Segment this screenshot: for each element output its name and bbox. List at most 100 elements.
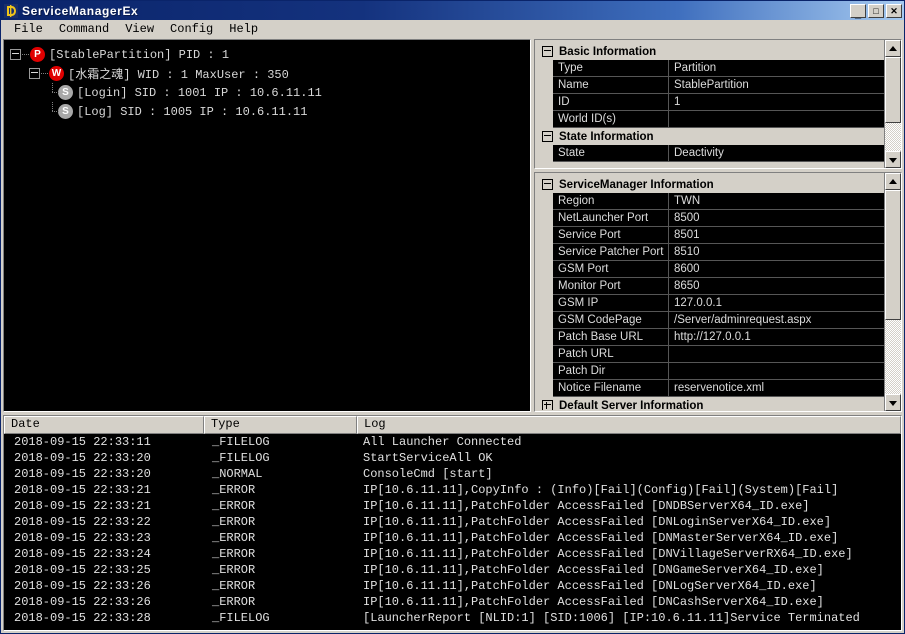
close-button[interactable]: ✕ <box>886 3 902 18</box>
property-value[interactable] <box>669 363 884 379</box>
column-header-type[interactable]: Type <box>204 416 357 434</box>
property-row-service-port[interactable]: Service Port 8501 <box>553 227 884 244</box>
menu-item-help[interactable]: Help <box>221 21 266 38</box>
basic-information-grid[interactable]: Basic Information Type Partition Name St… <box>534 39 902 169</box>
scrollbar-track[interactable] <box>885 190 901 394</box>
property-row-gsm-codepage[interactable]: GSM CodePage /Server/adminrequest.aspx <box>553 312 884 329</box>
basic-grid-scrollbar[interactable] <box>884 40 901 168</box>
property-value[interactable]: 8650 <box>669 278 884 294</box>
property-row-notice-filename[interactable]: Notice Filename reservenotice.xml <box>553 380 884 397</box>
scroll-down-icon[interactable] <box>885 394 901 411</box>
property-value[interactable]: 1 <box>669 94 884 110</box>
category-servicemanager-information[interactable]: ServiceManager Information <box>539 176 884 193</box>
log-date: 2018-09-15 22:33:23 <box>14 531 151 545</box>
property-row-monitor-port[interactable]: Monitor Port 8650 <box>553 278 884 295</box>
menu-item-file[interactable]: File <box>6 21 51 38</box>
column-header-date[interactable]: Date <box>4 416 204 434</box>
table-row[interactable]: 2018-09-15 22:33:26 _ERROR IP[10.6.11.11… <box>4 578 901 594</box>
scroll-up-icon[interactable] <box>885 173 901 190</box>
log-message: IP[10.6.11.11],PatchFolder AccessFailed … <box>363 563 824 577</box>
expander-minus-icon[interactable] <box>10 49 21 60</box>
tree-node-world[interactable]: W [水霜之魂] WID : 1 MaxUser : 350 <box>10 64 530 83</box>
tree-node-partition[interactable]: P [StablePartition] PID : 1 <box>10 45 530 64</box>
property-value[interactable]: Partition <box>669 60 884 76</box>
maximize-button[interactable]: □ <box>868 3 884 18</box>
property-value[interactable] <box>669 346 884 362</box>
property-row-type[interactable]: Type Partition <box>553 60 884 77</box>
log-type: _FILELOG <box>212 451 270 465</box>
property-row-gsm-ip[interactable]: GSM IP 127.0.0.1 <box>553 295 884 312</box>
property-key: GSM Port <box>553 261 669 277</box>
table-row[interactable]: 2018-09-15 22:33:21 _ERROR IP[10.6.11.11… <box>4 482 901 498</box>
tree-node-label: [StablePartition] PID : 1 <box>49 47 230 62</box>
property-value[interactable]: Deactivity <box>669 145 884 161</box>
property-row-patch-dir[interactable]: Patch Dir <box>553 363 884 380</box>
property-row-id[interactable]: ID 1 <box>553 94 884 111</box>
property-row-region[interactable]: Region TWN <box>553 193 884 210</box>
log-table-panel[interactable]: Date Type Log 2018-09-15 22:33:11 _FILEL… <box>3 415 902 631</box>
table-row[interactable]: 2018-09-15 22:33:21 _ERROR IP[10.6.11.11… <box>4 498 901 514</box>
table-row[interactable]: 2018-09-15 22:33:23 _ERROR IP[10.6.11.11… <box>4 530 901 546</box>
property-value[interactable]: http://127.0.0.1 <box>669 329 884 345</box>
table-row[interactable]: 2018-09-15 22:33:20 _FILELOG StartServic… <box>4 450 901 466</box>
menu-item-config[interactable]: Config <box>162 21 221 38</box>
property-value[interactable]: 8510 <box>669 244 884 260</box>
collapse-minus-icon[interactable] <box>542 179 553 190</box>
property-row-patch-base-url[interactable]: Patch Base URL http://127.0.0.1 <box>553 329 884 346</box>
scroll-up-icon[interactable] <box>885 40 901 57</box>
property-value[interactable]: 8500 <box>669 210 884 226</box>
menu-item-command[interactable]: Command <box>51 21 117 38</box>
property-value[interactable]: TWN <box>669 193 884 209</box>
partition-badge-icon: P <box>30 47 45 62</box>
table-row[interactable]: 2018-09-15 22:33:20 _NORMAL ConsoleCmd [… <box>4 466 901 482</box>
property-value[interactable]: reservenotice.xml <box>669 380 884 396</box>
log-table-body[interactable]: 2018-09-15 22:33:11 _FILELOG All Launche… <box>4 434 901 630</box>
app-icon[interactable] <box>4 3 18 18</box>
log-message: IP[10.6.11.11],PatchFolder AccessFailed … <box>363 515 832 529</box>
table-row[interactable]: 2018-09-15 22:33:26 _ERROR IP[10.6.11.11… <box>4 594 901 610</box>
log-date: 2018-09-15 22:33:26 <box>14 579 151 593</box>
property-row-state[interactable]: State Deactivity <box>553 145 884 162</box>
table-row[interactable]: 2018-09-15 22:33:28 _FILELOG [LauncherRe… <box>4 610 901 626</box>
tree-node-login-service[interactable]: S [Login] SID : 1001 IP : 10.6.11.11 <box>10 83 530 102</box>
column-header-log[interactable]: Log <box>357 416 901 434</box>
tree-node-log-service[interactable]: S [Log] SID : 1005 IP : 10.6.11.11 <box>10 102 530 121</box>
property-row-patch-url[interactable]: Patch URL <box>553 346 884 363</box>
collapse-minus-icon[interactable] <box>542 46 553 57</box>
tree-connector <box>48 102 59 121</box>
expander-minus-icon[interactable] <box>29 68 40 79</box>
menu-item-view[interactable]: View <box>117 21 162 38</box>
property-value[interactable]: 8501 <box>669 227 884 243</box>
property-value[interactable]: 127.0.0.1 <box>669 295 884 311</box>
log-message: IP[10.6.11.11],PatchFolder AccessFailed … <box>363 579 817 593</box>
property-row-service-patcher-port[interactable]: Service Patcher Port 8510 <box>553 244 884 261</box>
scroll-down-icon[interactable] <box>885 151 901 168</box>
scrollbar-track[interactable] <box>885 57 901 151</box>
category-state-information[interactable]: State Information <box>539 128 884 145</box>
property-value[interactable]: /Server/adminrequest.aspx <box>669 312 884 328</box>
servicemanager-information-grid[interactable]: ServiceManager Information Region TWN Ne… <box>534 172 902 412</box>
category-default-server-information[interactable]: Default Server Information <box>539 397 884 410</box>
property-value[interactable]: 8600 <box>669 261 884 277</box>
service-badge-icon: S <box>58 104 73 119</box>
scrollbar-thumb[interactable] <box>885 190 901 320</box>
property-value[interactable]: StablePartition <box>669 77 884 93</box>
table-row[interactable]: 2018-09-15 22:33:25 _ERROR IP[10.6.11.11… <box>4 562 901 578</box>
minimize-button[interactable]: _ <box>850 3 866 19</box>
sm-grid-scrollbar[interactable] <box>884 173 901 411</box>
expand-plus-icon[interactable] <box>542 400 553 410</box>
server-tree-panel[interactable]: P [StablePartition] PID : 1 W [水霜之魂] WID… <box>3 39 531 412</box>
collapse-minus-icon[interactable] <box>542 131 553 142</box>
property-row-netlauncher-port[interactable]: NetLauncher Port 8500 <box>553 210 884 227</box>
scrollbar-thumb[interactable] <box>885 57 901 123</box>
property-row-gsm-port[interactable]: GSM Port 8600 <box>553 261 884 278</box>
table-row[interactable]: 2018-09-15 22:33:24 _ERROR IP[10.6.11.11… <box>4 546 901 562</box>
property-row-name[interactable]: Name StablePartition <box>553 77 884 94</box>
table-row[interactable]: 2018-09-15 22:33:11 _FILELOG All Launche… <box>4 434 901 450</box>
table-row[interactable]: 2018-09-15 22:33:22 _ERROR IP[10.6.11.11… <box>4 514 901 530</box>
log-type: _ERROR <box>212 563 256 577</box>
property-value[interactable] <box>669 111 884 127</box>
property-key: State <box>553 145 669 161</box>
category-basic-information[interactable]: Basic Information <box>539 43 884 60</box>
property-row-world-ids[interactable]: World ID(s) <box>553 111 884 128</box>
